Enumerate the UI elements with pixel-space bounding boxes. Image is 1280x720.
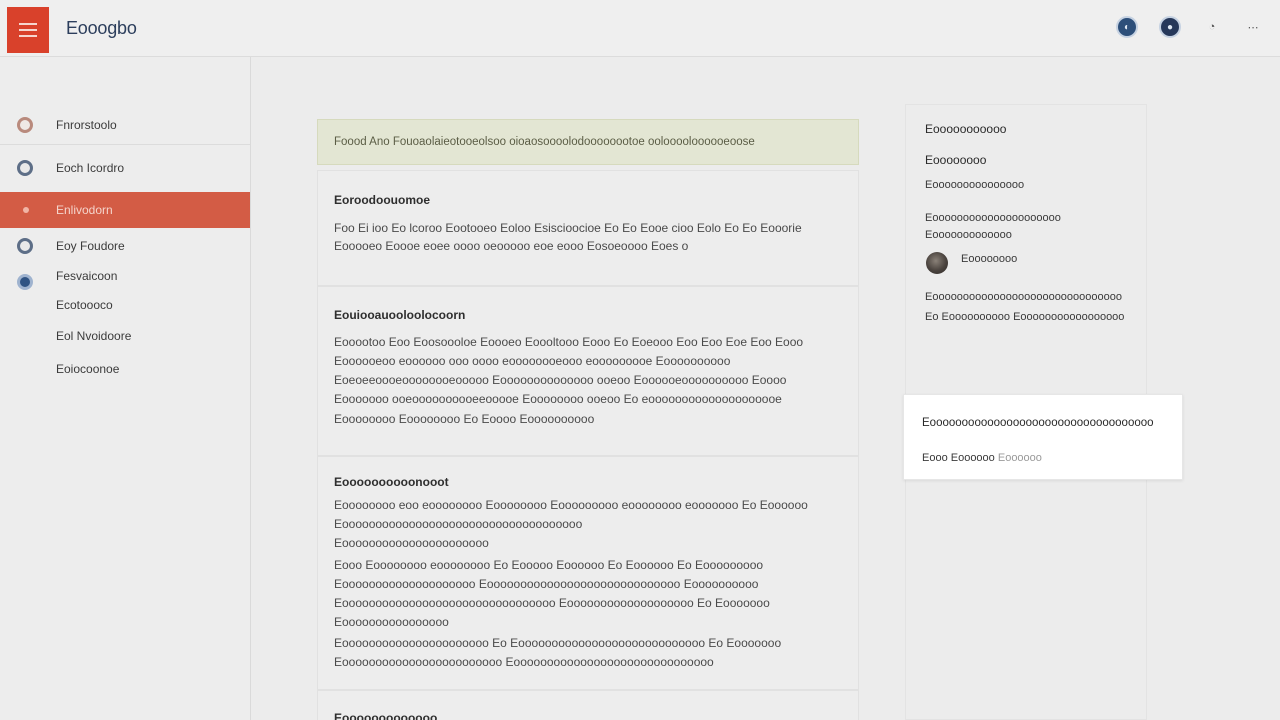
hamburger-icon — [19, 22, 37, 38]
menu-button[interactable] — [7, 7, 49, 53]
section-text: Eoooooooooooooooooooooo Eo Eoooooooooooo… — [334, 636, 782, 650]
avatar-name: Eoooooooo — [961, 253, 1018, 265]
panel-text: Eooooooooooooooo — [925, 179, 1025, 191]
section-title: Eoroodoouomoe — [334, 193, 430, 207]
content-section: Eoooooooooonooot Eoooooooo eoo eoooooooo… — [317, 456, 859, 690]
shield-icon — [17, 274, 33, 290]
section-title: Eooooooooooooo — [334, 711, 438, 720]
content-section: Eooooooooooooo — [317, 690, 859, 720]
popup-meta: Eooo Eoooooo Eoooooo — [922, 452, 1042, 464]
app-title: Eooogbo — [66, 18, 137, 38]
sidebar-item-label: Eoiocoonoe — [56, 362, 120, 376]
popup-meta-text: Eooo Eoooooo — [922, 452, 995, 464]
section-text: Eooo Eoooooooo eoooooooo Eo Eooooo Eoooo… — [334, 558, 764, 572]
popup-title: Eooooooooooooooooooooooooooooooooooo — [922, 417, 1154, 429]
sidebar-item-1[interactable]: Fnrorstoolo — [0, 110, 250, 140]
section-text: Eoooooooooooooooooooooooooooooooooooo — [334, 517, 583, 531]
circle-icon — [17, 117, 33, 133]
avatar — [926, 252, 948, 274]
section-text: Eoooooooooooooooooooooooo Eooooooooooooo… — [334, 655, 714, 669]
section-text: Eoooooooo Eoooooooo Eo Eoooo Eoooooooooo — [334, 412, 595, 426]
section-text: Eoooooeoo eoooooo ooo oooo eoooooooeooo … — [334, 354, 731, 368]
sidebar-item-label: Eoch Icordro — [56, 161, 125, 175]
sidebar-item-6[interactable]: Ecotoooco — [0, 290, 250, 320]
dot-icon — [23, 207, 29, 213]
section-title: Eouiooauooloolocoorn — [334, 308, 466, 322]
section-text: Eoooooooooooooooooooooo — [334, 536, 489, 550]
sidebar-item-label: Eoy Foudore — [56, 239, 125, 253]
user-icon[interactable]: ◐ — [1116, 16, 1138, 38]
sidebar-item-label: Fnrorstoolo — [56, 118, 117, 132]
section-text: Eoooooooooooooooooooo Eooooooooooooooooo… — [334, 577, 759, 591]
content-section: Eoroodoouomoe Foo Ei ioo Eo lcoroo Eooto… — [317, 170, 859, 286]
top-bar: Eooogbo ◐ ● ◔ ⋯ — [0, 0, 1280, 57]
divider — [0, 144, 250, 145]
settings-icon[interactable]: ● — [1159, 16, 1181, 38]
sidebar-item-5[interactable]: Fesvaicoon — [0, 261, 250, 291]
section-text: Foo Ei ioo Eo lcoroo Eootooeo Eoloo Esis… — [334, 221, 802, 235]
section-text: Eooooooo ooeoooooooooeeooooe Eoooooooo o… — [334, 392, 782, 406]
app-window: Eooogbo ◐ ● ◔ ⋯ Fnrorstoolo Eoch Icordro… — [0, 0, 1280, 720]
popup-meta-muted: Eoooooo — [997, 452, 1042, 464]
section-text: Eoeoeeoooeoooooooeooooo Eoooooooooooooo … — [334, 373, 787, 387]
sidebar-item-7[interactable]: Eol Nvoidoore — [0, 321, 250, 351]
section-text: Eooootoo Eoo Eoosoooloe Eoooeo Eoooltooo… — [334, 335, 804, 349]
sidebar: Fnrorstoolo Eoch Icordro Enlivodorn Eoy … — [0, 57, 251, 720]
panel-heading: Eooooooooooo — [925, 122, 1007, 136]
circle-icon — [17, 160, 33, 176]
panel-text: Eooooooooooooo — [925, 229, 1012, 241]
sidebar-item-label: Ecotoooco — [56, 298, 113, 312]
panel-text: Eo Eoooooooooo Eooooooooooooooooo — [925, 311, 1125, 323]
more-icon[interactable]: ⋯ — [1242, 16, 1264, 38]
section-text: Eoooooooo eoo eoooooooo Eoooooooo Eooooo… — [334, 498, 808, 512]
panel-subheading: Eoooooooo — [925, 153, 987, 167]
content-section: Eouiooauooloolocoorn Eooootoo Eoo Eoosoo… — [317, 286, 859, 456]
sidebar-item-3-active[interactable]: Enlivodorn — [0, 192, 250, 228]
section-text: Eooooeo Eoooe eoee oooo oeooooo eoe eooo… — [334, 239, 689, 253]
sidebar-item-8[interactable]: Eoiocoonoe — [0, 354, 250, 384]
section-text: Eoooooooooooooooo — [334, 615, 449, 629]
sidebar-item-2[interactable]: Eoch Icordro — [0, 153, 250, 183]
popup-card[interactable]: Eooooooooooooooooooooooooooooooooooo Eoo… — [903, 394, 1183, 480]
panel-text: Eooooooooooooooooooooooooooooooo — [925, 291, 1122, 303]
notice-banner: Foood Ano Fouoaolaieotooeolsoo oioaosooo… — [317, 119, 859, 165]
help-icon[interactable]: ◔ — [1201, 16, 1223, 38]
sidebar-item-label: Enlivodorn — [56, 203, 113, 217]
section-text: Eoooooooooooooooooooooooooooooooo Eooooo… — [334, 596, 770, 610]
sidebar-item-label: Fesvaicoon — [56, 269, 118, 283]
sidebar-item-4[interactable]: Eoy Foudore — [0, 231, 250, 261]
sidebar-item-label: Eol Nvoidoore — [56, 329, 132, 343]
section-title: Eoooooooooonooot — [334, 475, 449, 489]
circle-icon — [17, 238, 33, 254]
panel-text: Eooooooooooooooooooooo — [925, 212, 1061, 224]
